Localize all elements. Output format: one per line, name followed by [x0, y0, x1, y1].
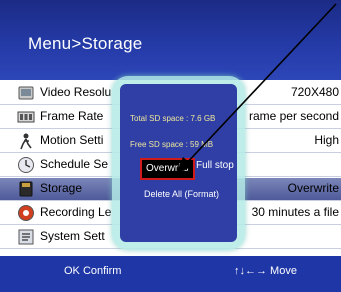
pointer-arrow [176, 3, 337, 174]
arrow-line [183, 3, 337, 167]
camera-menu-screen: Menu>Storage Video Resolu 720X480 Frame … [0, 0, 341, 292]
